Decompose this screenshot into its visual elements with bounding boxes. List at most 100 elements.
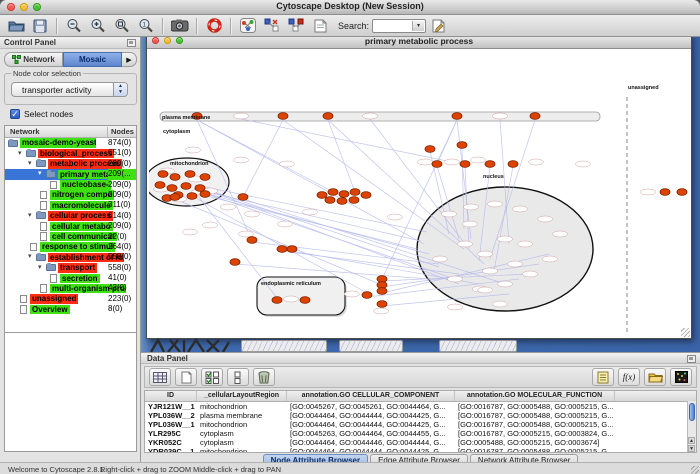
graph-node[interactable] bbox=[200, 174, 210, 181]
graph-node[interactable] bbox=[170, 194, 180, 201]
node-label-oval[interactable] bbox=[284, 296, 299, 302]
table-row[interactable]: YDR039C__1mitochondrion[GO:0044464, GO:0… bbox=[145, 447, 696, 453]
layout-a-button[interactable] bbox=[260, 16, 284, 35]
tree-row[interactable]: response to stimul264(0) bbox=[5, 242, 136, 252]
tree-row[interactable]: nitrogen compo209(0) bbox=[5, 190, 136, 200]
scrollbar-thumb[interactable] bbox=[689, 403, 695, 421]
more-tabs-button[interactable]: ▶ bbox=[122, 52, 137, 67]
matrix-button[interactable] bbox=[670, 368, 692, 386]
vizmapper-button[interactable] bbox=[236, 16, 260, 35]
minimized-window[interactable] bbox=[241, 340, 327, 352]
graph-node[interactable] bbox=[323, 113, 333, 120]
table-row[interactable]: YPL036W__1mitochondrion[GO:0044464, GO:0… bbox=[145, 420, 696, 429]
node-label-oval[interactable] bbox=[203, 222, 218, 228]
node-label-oval[interactable] bbox=[478, 251, 493, 257]
node-label-oval[interactable] bbox=[278, 221, 293, 227]
open-session-button[interactable] bbox=[4, 16, 28, 35]
node-label-oval[interactable] bbox=[483, 268, 498, 274]
node-label-oval[interactable] bbox=[478, 287, 493, 293]
graph-node[interactable] bbox=[277, 246, 287, 253]
tree-row[interactable]: macromolecule311(0) bbox=[5, 200, 136, 210]
expander-icon[interactable]: ▾ bbox=[38, 170, 46, 178]
graph-node[interactable] bbox=[425, 146, 435, 153]
tree-row[interactable]: ▾transport558(0) bbox=[5, 263, 136, 273]
graph-edge[interactable] bbox=[197, 120, 424, 244]
tree-row[interactable]: nucleobase-209(0) bbox=[5, 180, 136, 190]
graph-node[interactable] bbox=[155, 182, 165, 189]
graph-node[interactable] bbox=[660, 189, 670, 196]
node-label-oval[interactable] bbox=[538, 216, 553, 222]
float-panel-icon[interactable] bbox=[687, 355, 696, 363]
table-column-header[interactable]: annotation.GO MOLECULAR_FUNCTION bbox=[455, 391, 615, 401]
tree-row[interactable]: multi-organism pro42(0) bbox=[5, 283, 136, 293]
tree-row[interactable]: mosaic-demo-yeast874(0) bbox=[5, 138, 136, 148]
graph-node[interactable] bbox=[238, 194, 248, 201]
search-dropdown-arrow[interactable]: ▾ bbox=[412, 21, 424, 31]
unselect-attributes-button[interactable] bbox=[227, 368, 249, 386]
node-label-oval[interactable] bbox=[448, 276, 463, 282]
graph-node[interactable] bbox=[349, 197, 359, 204]
delete-attribute-button[interactable] bbox=[253, 368, 275, 386]
node-label-oval[interactable] bbox=[523, 271, 538, 277]
graph-node[interactable] bbox=[278, 113, 288, 120]
node-color-combobox[interactable]: transporter activity ▲▼ bbox=[11, 82, 128, 97]
node-label-oval[interactable] bbox=[513, 206, 528, 212]
graph-node[interactable] bbox=[377, 301, 387, 308]
combobox-stepper-icon[interactable]: ▲▼ bbox=[113, 83, 127, 96]
table-column-header[interactable]: _cellularLayoutRegion bbox=[197, 391, 287, 401]
help-button[interactable] bbox=[202, 16, 226, 35]
node-label-oval[interactable] bbox=[493, 113, 508, 119]
expander-icon[interactable]: ▾ bbox=[28, 212, 36, 220]
graph-node[interactable] bbox=[530, 113, 540, 120]
expander-icon[interactable]: ▾ bbox=[28, 253, 36, 261]
table-row[interactable]: YLR295Ccytoplasm[GO:0045263, GO:0044464,… bbox=[145, 429, 696, 438]
node-label-oval[interactable] bbox=[239, 231, 254, 237]
node-label-oval[interactable] bbox=[442, 211, 457, 217]
attribute-table-button[interactable] bbox=[149, 368, 171, 386]
tree-row[interactable]: secretion41(0) bbox=[5, 273, 136, 283]
tree-row[interactable]: unassigned223(0) bbox=[5, 294, 136, 304]
node-label-oval[interactable] bbox=[463, 221, 478, 227]
node-label-oval[interactable] bbox=[498, 236, 513, 242]
function-builder-button[interactable]: f(x) bbox=[618, 368, 640, 386]
graph-edge[interactable] bbox=[328, 120, 355, 192]
node-label-oval[interactable] bbox=[518, 241, 533, 247]
layout-b-button[interactable] bbox=[284, 16, 308, 35]
graph-node[interactable] bbox=[167, 185, 177, 192]
tree-row[interactable]: ▾establishment of lo558(0) bbox=[5, 252, 136, 262]
table-row[interactable]: YJR121W__1mitochondrion[GO:0045267, GO:0… bbox=[145, 402, 696, 411]
graph-node[interactable] bbox=[508, 161, 518, 168]
node-label-oval[interactable] bbox=[280, 161, 295, 167]
table-row[interactable]: YPL036W__2plasma membrane[GO:0044464, GO… bbox=[145, 411, 696, 420]
graph-node[interactable] bbox=[187, 193, 197, 200]
node-label-oval[interactable] bbox=[221, 204, 236, 210]
node-label-oval[interactable] bbox=[345, 291, 360, 297]
graph-node[interactable] bbox=[200, 191, 210, 198]
graph-edge[interactable] bbox=[370, 119, 465, 244]
graph-edge[interactable] bbox=[199, 194, 417, 249]
node-label-oval[interactable] bbox=[498, 281, 513, 287]
annotation-button[interactable] bbox=[308, 16, 332, 35]
graph-node[interactable] bbox=[328, 189, 338, 196]
node-label-oval[interactable] bbox=[576, 161, 591, 167]
graph-node[interactable] bbox=[272, 297, 282, 304]
network-window-titlebar[interactable]: primary metabolic process bbox=[147, 37, 691, 49]
notepad-button[interactable] bbox=[592, 368, 614, 386]
zoom-selected-button[interactable]: 1 bbox=[134, 16, 158, 35]
graph-node[interactable] bbox=[230, 259, 240, 266]
snapshot-button[interactable] bbox=[168, 16, 192, 35]
node-label-oval[interactable] bbox=[234, 157, 249, 163]
zoom-out-button[interactable] bbox=[62, 16, 86, 35]
tab-network[interactable]: Network bbox=[4, 52, 63, 67]
tree-row[interactable]: ▾metabolic process280(0) bbox=[5, 159, 136, 169]
tree-row[interactable]: cell communicat22(0) bbox=[5, 232, 136, 242]
node-label-oval[interactable] bbox=[553, 231, 568, 237]
graph-node[interactable] bbox=[460, 161, 470, 168]
graph-node[interactable] bbox=[300, 297, 310, 304]
scroll-up-icon[interactable]: ▲ bbox=[688, 437, 695, 444]
import-attributes-button[interactable] bbox=[644, 368, 666, 386]
graph-node[interactable] bbox=[181, 183, 191, 190]
node-label-oval[interactable] bbox=[448, 304, 463, 310]
nucleus-region[interactable] bbox=[417, 187, 593, 311]
minimized-window[interactable] bbox=[439, 340, 517, 352]
